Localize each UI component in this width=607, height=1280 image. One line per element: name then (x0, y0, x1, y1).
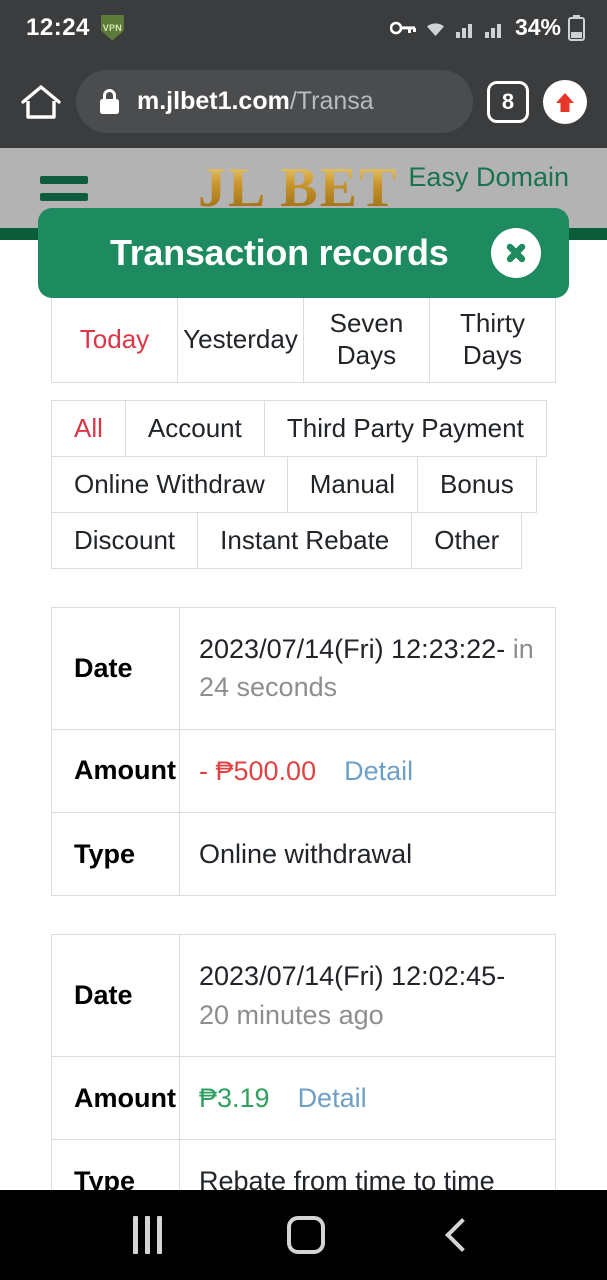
record-value-date: 2023/07/14(Fri) 12:02:45- 20 minutes ago (180, 935, 555, 1056)
url-bar[interactable]: m.jlbet1.com/Transa (76, 70, 473, 133)
page-title: Transaction records (110, 232, 449, 273)
record-amount-text: - ₱500.00 (199, 755, 317, 786)
hamburger-bar (40, 175, 88, 184)
chip-instant-rebate[interactable]: Instant Rebate (197, 512, 413, 569)
recents-icon[interactable] (132, 1216, 162, 1254)
chip-discount[interactable]: Discount (51, 512, 199, 569)
lock-icon (100, 88, 119, 114)
chip-account[interactable]: Account (124, 400, 265, 457)
tab-thirty-days[interactable]: Thirty Days (429, 295, 556, 383)
chip-manual[interactable]: Manual (286, 456, 419, 513)
record-label-amount: Amount (52, 729, 180, 812)
record-row-date: Date 2023/07/14(Fri) 12:02:45- 20 minute… (52, 935, 555, 1057)
tab-today[interactable]: Today (51, 295, 178, 383)
status-time: 12:24 (26, 13, 90, 41)
period-tab-group: Today Yesterday Seven Days Thirty Days (51, 295, 556, 383)
tab-yesterday[interactable]: Yesterday (177, 295, 304, 383)
chip-all[interactable]: All (51, 400, 126, 457)
record-value-type: Online withdrawal (199, 838, 413, 869)
record-label-type: Type (52, 812, 180, 896)
url-domain: m.jlbet1.com (137, 87, 290, 115)
signal-icon (455, 23, 472, 38)
url-path: /Transa (289, 87, 374, 115)
record-label-amount: Amount (52, 1056, 180, 1140)
hamburger-menu-icon[interactable] (40, 175, 88, 201)
hamburger-bar (40, 192, 88, 201)
android-nav-bar (0, 1190, 607, 1280)
chip-online-withdraw[interactable]: Online Withdraw (51, 456, 288, 513)
battery-percent: 34% (514, 14, 561, 40)
record-value-date: 2023/07/14(Fri) 12:23:22- in 24 seconds (180, 608, 555, 729)
chip-row: Discount Instant Rebate Other (51, 512, 556, 569)
close-glyph (506, 243, 526, 263)
vpn-key-icon (389, 21, 416, 34)
record-label-date: Date (52, 935, 180, 1056)
android-status-bar: 12:24 VPN 34% (0, 0, 607, 55)
chip-row: Online Withdraw Manual Bonus (51, 456, 556, 513)
record-relative-time: 20 minutes ago (199, 999, 384, 1030)
chip-row: All Account Third Party Payment (51, 400, 556, 457)
record-row-amount: Amount - ₱500.00 Detail (52, 729, 555, 813)
record-label-date: Date (52, 608, 180, 729)
chip-third-party-payment[interactable]: Third Party Payment (263, 400, 547, 457)
record-value-amount: - ₱500.00 Detail (180, 730, 555, 812)
back-chevron-icon[interactable] (445, 1218, 480, 1252)
record-value-amount: ₱3.19 Detail (180, 1057, 555, 1139)
battery-icon (568, 14, 585, 41)
home-icon[interactable] (20, 83, 62, 121)
status-icons: 34% (389, 14, 585, 41)
type-chip-group: All Account Third Party Payment Online W… (51, 400, 556, 569)
record-row-type: Type Online withdrawal (52, 812, 555, 897)
url-text: m.jlbet1.com/Transa (137, 87, 374, 116)
browser-toolbar: m.jlbet1.com/Transa 8 (0, 55, 607, 148)
modal-header: Transaction records (38, 208, 569, 298)
record-date-text: 2023/07/14(Fri) 12:02:45- (199, 961, 506, 992)
wifi-icon (426, 22, 444, 36)
record-amount-text: ₱3.19 (199, 1082, 270, 1113)
detail-link[interactable]: Detail (344, 756, 413, 786)
record-date-text: 2023/07/14(Fri) 12:23:22- (199, 634, 506, 664)
home-square-icon[interactable] (286, 1216, 325, 1254)
detail-link[interactable]: Detail (298, 1083, 367, 1113)
up-arrow-icon[interactable] (543, 79, 587, 124)
recents-bar (132, 1216, 138, 1254)
transaction-record: Date 2023/07/14(Fri) 12:02:45- 20 minute… (51, 934, 556, 1224)
transaction-record: Date 2023/07/14(Fri) 12:23:22- in 24 sec… (51, 607, 556, 897)
recents-bar (156, 1216, 162, 1254)
chip-other[interactable]: Other (411, 512, 523, 569)
record-row-date: Date 2023/07/14(Fri) 12:23:22- in 24 sec… (52, 608, 555, 730)
recents-bar (144, 1216, 150, 1254)
tab-counter-button[interactable]: 8 (487, 80, 529, 123)
tab-seven-days[interactable]: Seven Days (303, 295, 430, 383)
easy-domain-link[interactable]: Easy Domain (408, 162, 569, 193)
record-row-amount: Amount ₱3.19 Detail (52, 1056, 555, 1141)
vpn-shield-icon: VPN (100, 14, 124, 41)
signal-icon (484, 23, 501, 38)
up-arrow-glyph (556, 92, 574, 112)
transaction-sheet: Today Yesterday Seven Days Thirty Days A… (0, 240, 607, 1224)
close-icon[interactable] (491, 228, 541, 278)
chip-bonus[interactable]: Bonus (417, 456, 537, 513)
